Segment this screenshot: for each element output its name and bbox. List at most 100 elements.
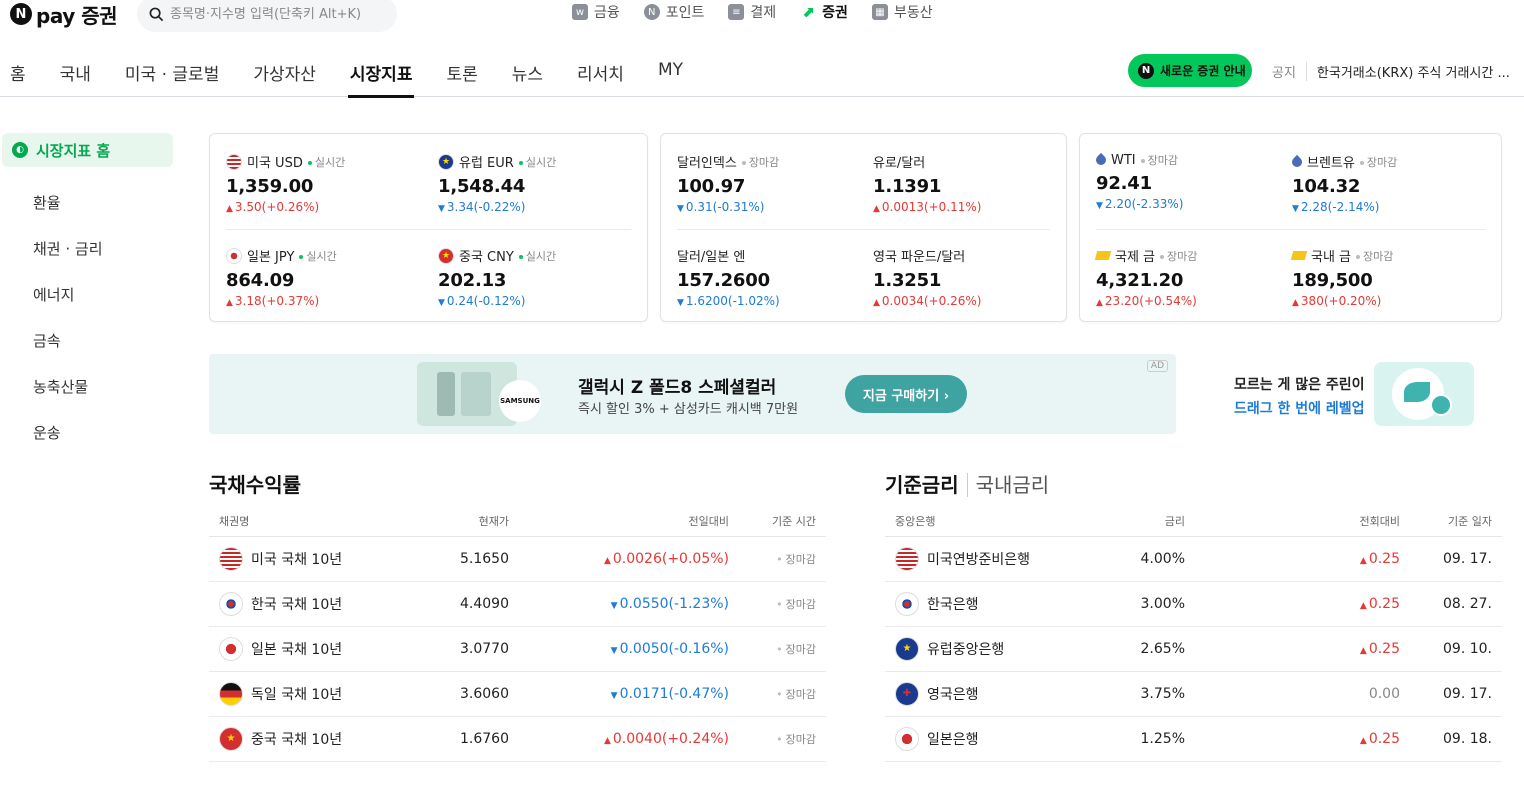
bond-name-text[interactable]: 일본 국채 10년	[251, 639, 342, 659]
table-row[interactable]: 한국 국채 10년4.4090▼0.0550(-1.23%)장마감	[209, 581, 826, 627]
bank-name-text[interactable]: 일본은행	[927, 729, 979, 749]
rate-date: 09. 18.	[1410, 716, 1502, 762]
indicator[interactable]: 국제 금 장마감 4,321.20 ▲ 23.20(+0.54%)	[1094, 246, 1286, 308]
tab-6[interactable]: 뉴스	[512, 60, 543, 95]
bank-name-text[interactable]: 영국은행	[927, 684, 979, 704]
tab-7[interactable]: 리서치	[577, 60, 624, 95]
promo-text[interactable]: 모르는 게 많은 주린이 드래그 한 번에 레벨업	[1234, 374, 1365, 418]
search-box[interactable]	[137, 0, 397, 32]
bank-name-cell: ✚ 영국은행	[885, 671, 1085, 717]
table-row[interactable]: ✚ 영국은행 3.75% 0.00 09. 17.	[885, 671, 1502, 717]
indicator[interactable]: 일본 JPY 실시간 864.09 ▲ 3.18(+0.37%)	[226, 246, 416, 308]
sidebar-item-6[interactable]: 운송	[0, 409, 174, 455]
bond-name-text[interactable]: 한국 국채 10년	[251, 594, 342, 614]
change-text: 3.34(-0.22%)	[446, 200, 526, 214]
tab-8[interactable]: MY	[658, 60, 683, 95]
rate-value: 3.00%	[1085, 581, 1195, 627]
tab-1[interactable]: 국내	[60, 60, 91, 95]
service-chart-up[interactable]: ⬈ 증권	[800, 2, 848, 22]
table-row[interactable]: ★ 유럽중앙은행 2.65% ▲ 0.25 09. 10.	[885, 626, 1502, 672]
naver-pay-logo[interactable]: N pay 증권	[10, 2, 118, 28]
rates-tab-base[interactable]: 기준금리	[885, 473, 959, 497]
bank-name-text[interactable]: 유럽중앙은행	[927, 639, 1004, 659]
change-text: 380(+0.20%)	[1300, 294, 1382, 308]
triangle-up-icon: ▲	[1096, 298, 1103, 308]
tab-5[interactable]: 토론	[446, 60, 477, 95]
service-payment[interactable]: ≡ 결제	[728, 2, 776, 22]
base-rate-table: 중앙은행 금리 전회대비 기준 일자 미국연방준비은행 4.00% ▲ 0.25 09.…	[885, 506, 1502, 762]
notice-bar[interactable]: 공지 한국거래소(KRX) 주식 거래시간 ...	[1272, 62, 1510, 81]
table-row[interactable]: 일본 국채 10년3.0770▼0.0050(-0.16%)장마감	[209, 626, 826, 672]
service-building[interactable]: ▦ 부동산	[871, 2, 933, 22]
rates-title: 기준금리 국내금리	[885, 469, 1050, 498]
bond-name-text[interactable]: 중국 국채 10년	[251, 729, 342, 749]
point-icon: N	[643, 4, 660, 20]
indicator-change: ▼ 0.31(-0.31%)	[677, 200, 867, 214]
indicator-name: 달러/일본 엔	[677, 250, 746, 265]
status-text: 장마감	[1363, 249, 1394, 263]
indicator[interactable]: 달러인덱스 장마감 100.97 ▼ 0.31(-0.31%)	[677, 152, 867, 215]
table-row[interactable]: 일본은행 1.25% ▲ 0.25 09. 18.	[885, 716, 1502, 762]
table-row[interactable]: 한국은행 3.00% ▲ 0.25 08. 27.	[885, 581, 1502, 627]
rate-value: 3.75%	[1085, 671, 1195, 717]
promo-image[interactable]	[1374, 362, 1474, 426]
indicator-value: 189,500	[1292, 270, 1373, 291]
indicator-name: 중국 CNY	[459, 250, 514, 265]
table-row[interactable]: 독일 국채 10년3.6060▼0.0171(-0.47%)장마감	[209, 671, 826, 717]
notice-text[interactable]: 한국거래소(KRX) 주식 거래시간 ...	[1317, 62, 1510, 81]
change-text: 0.24(-0.12%)	[446, 294, 526, 308]
indicator[interactable]: ●브렌트유 장마감 104.32 ▼2.28(-2.14%)	[1289, 152, 1482, 214]
indicator-status: 장마감	[1140, 152, 1178, 168]
tab-3[interactable]: 가상자산	[253, 60, 316, 95]
tab-0[interactable]: 홈	[10, 60, 26, 95]
bonds-title: 국채수익률	[209, 469, 301, 498]
bond-time-cell: 장마감	[739, 671, 826, 717]
bank-name-cell: 한국은행	[885, 581, 1085, 627]
sidebar-item-5[interactable]: 농축산물	[0, 363, 174, 409]
indicator[interactable]: 국내 금 장마감 189,500 ▲ 380(+0.20%)	[1290, 246, 1482, 308]
new-securities-guide-button[interactable]: N 새로운 증권 안내	[1128, 54, 1252, 87]
indicator[interactable]: 영국 파운드/달러 1.3251 ▲ 0.0034(+0.26%)	[873, 246, 1063, 308]
indicator-value: 4,321.20	[1096, 270, 1184, 291]
search-input[interactable]	[170, 6, 380, 22]
col-bond-name: 채권명	[209, 506, 389, 537]
table-row[interactable]: 미국연방준비은행 4.00% ▲ 0.25 09. 17.	[885, 536, 1502, 582]
indicator[interactable]: 달러/일본 엔 157.2600 ▼ 1.6200(-1.02%)	[677, 246, 867, 308]
status-dot	[1140, 159, 1145, 163]
sidebar-item-4[interactable]: 금속	[0, 317, 174, 363]
bond-name-text[interactable]: 독일 국채 10년	[251, 684, 342, 704]
bank-name: ✚ 영국은행	[895, 681, 1075, 706]
indicator[interactable]: 미국 USD 실시간 1,359.00 ▲ 3.50(+0.26%)	[226, 152, 416, 214]
service-point[interactable]: N 포인트	[643, 2, 704, 22]
bond-name-text[interactable]: 미국 국채 10년	[251, 549, 342, 569]
indicator[interactable]: 유로/달러 1.1391 ▲ 0.0013(+0.11%)	[873, 152, 1063, 214]
sidebar-item-1[interactable]: 환율	[0, 179, 174, 225]
sidebar-item-3[interactable]: 에너지	[0, 271, 174, 317]
change-text: 3.18(+0.37%)	[234, 294, 320, 308]
status-dot	[518, 254, 523, 259]
sidebar-item-2[interactable]: 채권 · 금리	[0, 225, 174, 271]
bond-change: ▲ 0.0026(+0.05%)	[519, 536, 739, 582]
indicator-header: ★ 중국 CNY 실시간	[438, 246, 628, 265]
bond-time: 장마감	[776, 598, 816, 611]
bank-name-text[interactable]: 한국은행	[927, 594, 979, 614]
table-row[interactable]: ★중국 국채 10년1.6760▲0.0040(+0.24%)장마감	[209, 716, 826, 762]
status-text: 실시간	[525, 155, 557, 169]
indicator[interactable]: ★ 중국 CNY 실시간 202.13 ▼ 0.24(-0.12%)	[438, 246, 628, 308]
tab-2[interactable]: 미국 · 글로벌	[125, 60, 219, 95]
indicator[interactable]: ★ 유럽 EUR 실시간 1,548.44 ▼ 3.34(-0.22%)	[438, 152, 628, 214]
indicator[interactable]: ●WTI 장마감 92.41 ▼2.20(-2.33%)	[1093, 152, 1286, 211]
indicator-change: ▲ 0.0013(+0.11%)	[873, 200, 1063, 214]
table-row[interactable]: 미국 국채 10년5.1650▲0.0026(+0.05%)장마감	[209, 536, 826, 582]
flag-us-icon	[219, 546, 243, 571]
buy-now-button[interactable]: 지금 구매하기 ›	[845, 375, 967, 413]
tab-4[interactable]: 시장지표	[347, 60, 415, 98]
triangle-up-icon: ▲	[1359, 600, 1367, 611]
ad-banner[interactable]: SAMSUNG 갤럭시 Z 폴드8 스페셜컬러 즉시 할인 3% + 삼성카드 …	[209, 354, 1176, 434]
bank-name-text[interactable]: 미국연방준비은행	[927, 549, 1030, 569]
service-finance[interactable]: w 금융	[572, 2, 620, 22]
rates-tab-domestic[interactable]: 국내금리	[966, 473, 1050, 497]
change-text: 0.0171(-0.47%)	[619, 685, 729, 702]
indicator-change: ▲ 3.18(+0.37%)	[226, 294, 416, 308]
sidebar-item-0[interactable]: ◐ 시장지표 홈	[2, 133, 173, 167]
